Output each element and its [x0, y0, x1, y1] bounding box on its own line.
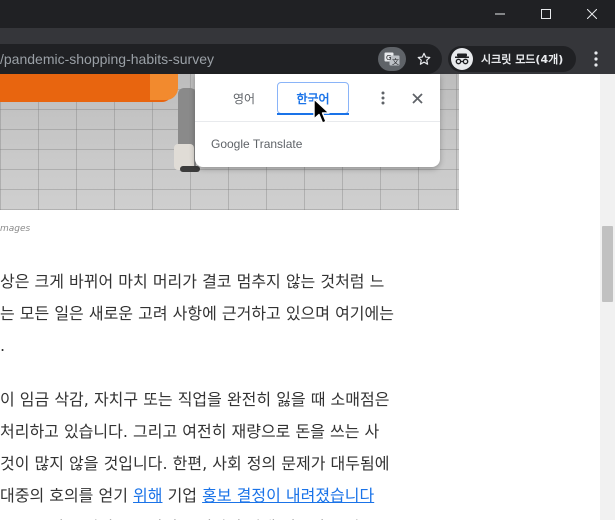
incognito-label: 시크릿 모드(4개) [481, 53, 564, 66]
close-icon [411, 92, 423, 104]
translate-icon: G 文 [384, 52, 400, 66]
paragraph-line: 드 스토리로 위선을 드러내는 개인에 의해 왜곡되는 경우 [0, 512, 389, 520]
article-paragraph-2: 이 임금 삭감, 자치구 또는 직업을 완전히 잃을 때 소매점은 처리하고 있… [0, 384, 389, 520]
scrollbar-thumb[interactable] [602, 226, 613, 302]
paragraph-line: . [0, 336, 6, 355]
article-link-1[interactable]: 위해 [133, 486, 162, 505]
translate-page-button[interactable]: G 文 [378, 47, 406, 71]
paragraph-line: 것이 많지 않을 것입니다. 한편, 사회 정의 문제가 대두됨에 [0, 454, 390, 473]
svg-text:G: G [386, 54, 391, 62]
paragraph-text: 대중의 호의를 얻기 [0, 486, 134, 505]
google-translate-brand: Google Translate [211, 137, 303, 151]
maximize-icon [541, 9, 551, 19]
article-link-2[interactable]: 홍보 결정이 내려졌습니다 [202, 486, 374, 505]
close-window-button[interactable] [569, 0, 615, 28]
translate-close-button[interactable] [407, 88, 427, 108]
tab-source-language[interactable]: 영어 [213, 82, 275, 114]
browser-menu-button[interactable] [586, 47, 606, 71]
title-bar [0, 0, 615, 28]
shopping-bag-shape [0, 74, 172, 102]
more-vert-icon [594, 51, 598, 67]
paragraph-text: 기업 [162, 486, 203, 505]
paragraph-line: 는 모든 일은 새로운 고려 사항에 근거하고 있으며 여기에는 [0, 304, 394, 323]
incognito-icon [451, 48, 473, 70]
incognito-badge[interactable]: 시크릿 모드(4개) [448, 46, 576, 72]
image-credit: mages [0, 224, 31, 234]
address-bar-url[interactable]: /pandemic-shopping-habits-survey [0, 51, 214, 67]
maximize-button[interactable] [523, 0, 569, 28]
paragraph-line: 이 임금 삭감, 자치구 또는 직업을 완전히 잃을 때 소매점은 [0, 390, 390, 409]
paragraph-line: 처리하고 있습니다. 그리고 여전히 재량으로 돈을 쓰는 사 [0, 422, 380, 441]
minimize-icon [495, 13, 505, 15]
translate-options-button[interactable] [373, 88, 393, 108]
svg-text:文: 文 [392, 57, 399, 66]
star-icon [417, 52, 431, 65]
bookmark-star-button[interactable] [412, 47, 436, 71]
paragraph-line: 상은 크게 바뀌어 마치 머리가 결코 멈추지 않는 것처럼 느 [0, 272, 385, 291]
paragraph-line-with-links: 대중의 호의를 얻기 위해 기업 홍보 결정이 내려졌습니다 [0, 480, 389, 512]
mouse-cursor-icon [313, 98, 330, 124]
close-icon [587, 9, 597, 19]
more-vert-icon [381, 91, 385, 105]
minimize-button[interactable] [477, 0, 523, 28]
article-paragraph-1: 상은 크게 바뀌어 마치 머리가 결코 멈추지 않는 것처럼 느 는 모든 일은… [0, 266, 394, 362]
